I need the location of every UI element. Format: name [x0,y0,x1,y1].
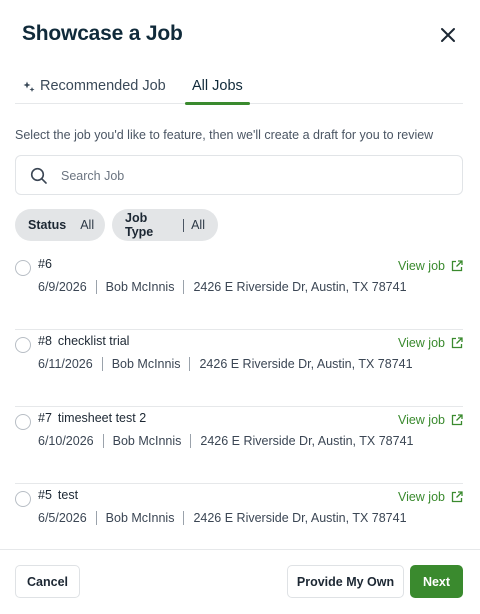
job-type-filter-value: All [191,218,205,232]
external-link-icon [451,260,463,272]
job-date: 6/9/2026 [38,280,87,294]
view-job-link[interactable]: View job [398,336,463,350]
cancel-button[interactable]: Cancel [15,565,80,598]
status-filter-label: Status [28,218,67,232]
meta-divider [102,434,104,448]
meta-divider [190,434,192,448]
job-meta: 6/5/2026 Bob McInnis 2426 E Riverside Dr… [38,511,407,525]
sparkle-icon [23,81,35,92]
job-meta: 6/11/2026 Bob McInnis 2426 E Riverside D… [38,357,413,371]
job-name: timesheet test 2 [57,411,147,425]
view-job-label: View job [397,490,445,504]
job-address: 2426 E Riverside Dr, Austin, TX 78741 [200,434,414,448]
job-meta: 6/10/2026 Bob McInnis 2426 E Riverside D… [38,434,413,448]
external-link-icon [451,337,463,349]
job-radio[interactable] [15,491,31,507]
job-name: checklist trial [57,334,130,348]
close-button[interactable] [438,25,458,45]
external-link-icon [451,491,463,503]
search-input[interactable] [61,165,441,187]
status-filter-value: All [80,218,95,232]
job-address: 2426 E Riverside Dr, Austin, TX 78741 [193,280,407,294]
tab-all-jobs-label: All Jobs [192,78,243,94]
tab-all-jobs[interactable]: All Jobs [185,78,250,105]
meta-divider [183,511,185,525]
job-radio[interactable] [15,414,31,430]
meta-divider [183,280,185,294]
job-number: #6 [38,257,52,271]
job-type-filter[interactable]: Job Type All [112,209,218,241]
status-filter[interactable]: Status All [15,209,105,241]
job-address: 2426 E Riverside Dr, Austin, TX 78741 [193,511,407,525]
job-title: #8 checklist trial [38,334,129,348]
job-title: #7 timesheet test 2 [38,411,146,425]
search-box[interactable] [15,155,463,195]
dialog-footer: Cancel Provide My Own Next [0,549,480,614]
filter-divider [183,218,185,232]
view-job-link[interactable]: View job [398,259,463,273]
tab-recommended-job-label: Recommended Job [40,78,166,94]
dialog-header: Showcase a Job [22,20,458,50]
job-type-filter-label: Job Type [125,211,154,239]
search-icon [30,167,47,184]
instructions-text: Select the job you'd like to feature, th… [15,128,434,142]
job-row[interactable]: #7 timesheet test 2 6/10/2026 Bob McInni… [15,407,463,484]
job-radio[interactable] [15,337,31,353]
dialog-title: Showcase a Job [22,22,183,45]
meta-divider [95,511,97,525]
view-job-link[interactable]: View job [398,490,463,504]
job-title: #5 test [38,488,78,502]
external-link-icon [451,414,463,426]
job-date: 6/11/2026 [38,357,93,371]
view-job-label: View job [397,336,445,350]
job-title: #6 [38,257,58,271]
next-button[interactable]: Next [410,565,463,598]
job-customer: Bob McInnis [111,357,181,371]
view-job-link[interactable]: View job [398,413,463,427]
provide-my-own-button[interactable]: Provide My Own [287,565,404,598]
job-row[interactable]: #6 6/9/2026 Bob McInnis 2426 E Riverside… [15,253,463,330]
view-job-label: View job [397,413,445,427]
job-number: #8 [38,334,52,348]
job-address: 2426 E Riverside Dr, Austin, TX 78741 [199,357,413,371]
job-customer: Bob McInnis [105,280,175,294]
meta-divider [189,357,191,371]
job-customer: Bob McInnis [112,434,182,448]
meta-divider [95,280,97,294]
job-number: #5 [38,488,52,502]
meta-divider [101,357,103,371]
job-radio[interactable] [15,260,31,276]
view-job-label: View job [397,259,445,273]
job-date: 6/10/2026 [38,434,94,448]
job-number: #7 [38,411,52,425]
tab-bar: Recommended Job All Jobs [15,70,463,105]
tab-recommended-job[interactable]: Recommended Job [23,78,166,104]
job-meta: 6/9/2026 Bob McInnis 2426 E Riverside Dr… [38,280,407,294]
job-date: 6/5/2026 [38,511,87,525]
job-name: test [57,488,79,502]
job-row[interactable]: #8 checklist trial 6/11/2026 Bob McInnis… [15,330,463,407]
job-customer: Bob McInnis [105,511,175,525]
close-icon[interactable] [438,25,458,45]
